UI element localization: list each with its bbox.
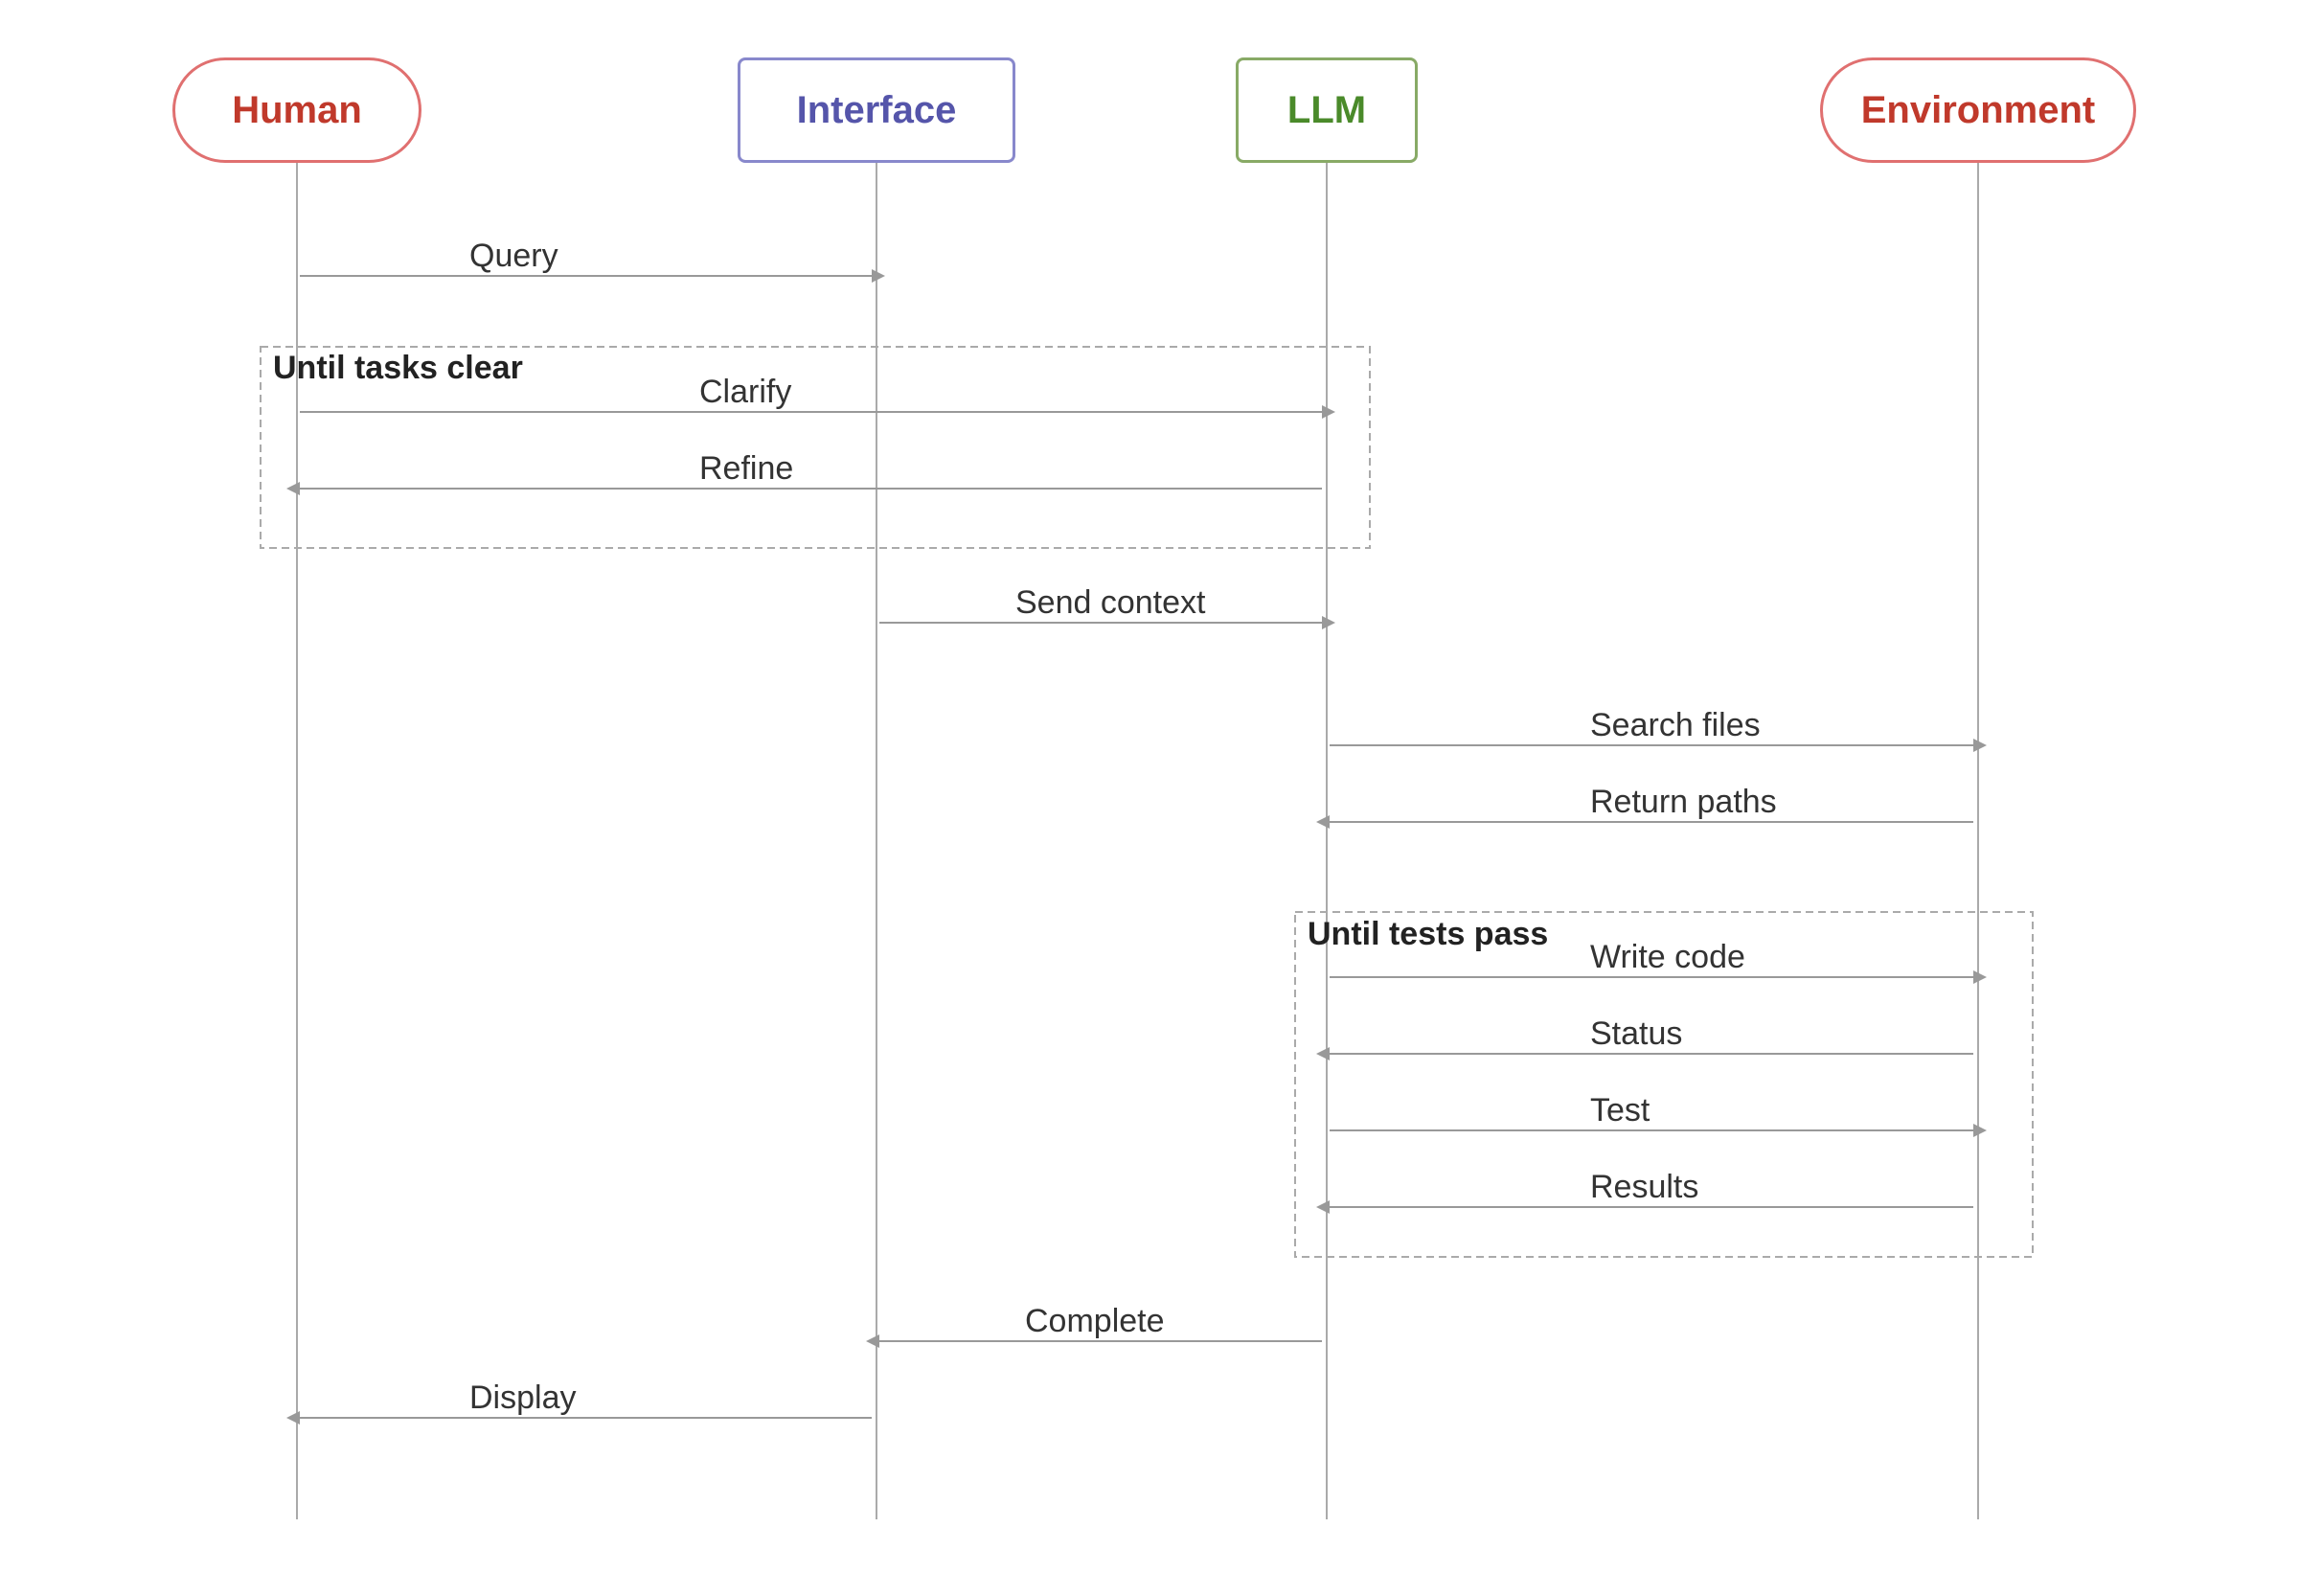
arrow-status-head: [1316, 1047, 1330, 1060]
sequence-diagram: Human Interface LLM Environment: [0, 0, 2299, 1596]
diagram-svg: [0, 0, 2299, 1596]
arrow-complete-head: [866, 1334, 879, 1348]
label-write-code: Write code: [1590, 939, 1745, 976]
label-complete: Complete: [1025, 1303, 1165, 1340]
label-test: Test: [1590, 1092, 1650, 1129]
label-display: Display: [469, 1379, 576, 1417]
label-clarify: Clarify: [699, 374, 791, 411]
arrow-returnpaths-head: [1316, 815, 1330, 829]
label-status: Status: [1590, 1015, 1682, 1053]
arrow-clarify-head: [1322, 405, 1335, 419]
loop-label-until-tasks-clear: Until tasks clear: [273, 350, 523, 387]
arrow-sendcontext-head: [1322, 616, 1335, 629]
label-return-paths: Return paths: [1590, 784, 1777, 821]
arrow-writecode-head: [1973, 970, 1987, 984]
label-search-files: Search files: [1590, 707, 1761, 744]
label-results: Results: [1590, 1169, 1698, 1206]
arrow-refine-head: [286, 482, 300, 495]
arrow-display-head: [286, 1411, 300, 1425]
label-query: Query: [469, 238, 558, 275]
arrow-query-head: [872, 269, 885, 283]
arrow-test-head: [1973, 1124, 1987, 1137]
label-refine: Refine: [699, 450, 793, 488]
arrow-results-head: [1316, 1200, 1330, 1214]
label-send-context: Send context: [1015, 584, 1205, 622]
loop-label-until-tests-pass: Until tests pass: [1308, 916, 1548, 953]
arrow-searchfiles-head: [1973, 739, 1987, 752]
